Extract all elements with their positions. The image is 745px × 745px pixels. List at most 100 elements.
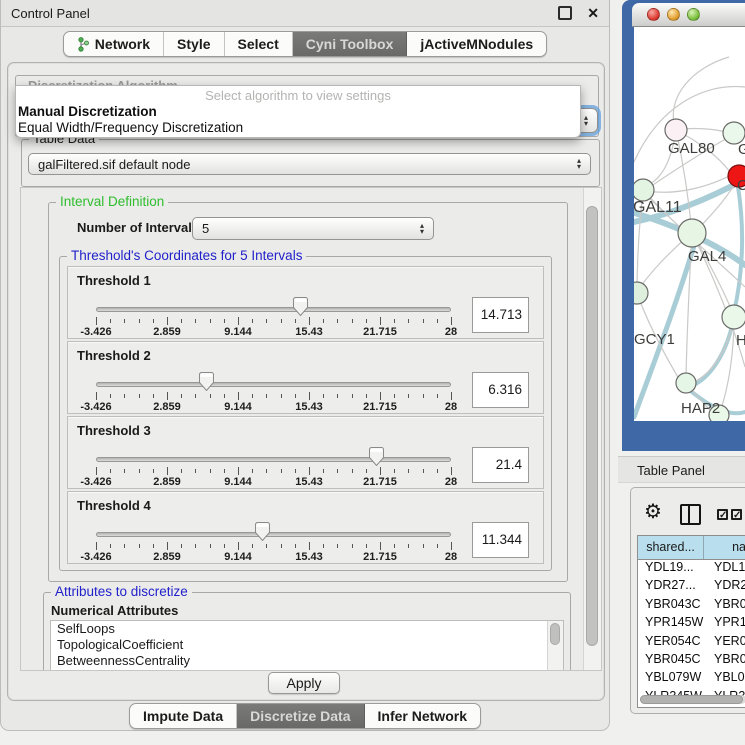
float-window-icon[interactable] <box>558 6 572 20</box>
slider-ticks <box>96 467 451 476</box>
gear-icon[interactable]: ⚙ <box>644 502 662 522</box>
slider-thumb[interactable] <box>199 372 214 391</box>
tab-network[interactable]: Network <box>64 32 164 56</box>
slider-tick <box>195 394 196 398</box>
tab-discretize-data[interactable]: Discretize Data <box>237 704 364 728</box>
slider-tick-label: 9.144 <box>224 551 252 563</box>
table-row[interactable]: YBR045CYBR0 <box>638 652 745 670</box>
threshold-value-field[interactable]: 11.344 <box>472 522 529 558</box>
table-cell[interactable]: YBL079W <box>638 670 709 688</box>
slider-track[interactable] <box>96 457 451 462</box>
slider-thumb[interactable] <box>255 522 270 541</box>
slider-track[interactable] <box>96 307 451 312</box>
table-cell[interactable]: YPR145W <box>638 615 709 633</box>
tab-jactivemnodules[interactable]: jActiveMNodules <box>407 32 546 56</box>
slider-tick <box>167 392 168 400</box>
slider-thumb[interactable] <box>369 447 384 466</box>
network-node-gcy1[interactable] <box>634 282 648 304</box>
network-canvas[interactable]: GAL80GACGAL11GAL4GCY1HHAP2 <box>634 27 745 421</box>
settings-scrollbar-thumb[interactable] <box>586 206 598 646</box>
table-cell[interactable]: YDL19... <box>638 560 709 578</box>
table-cell[interactable]: YER054C <box>638 634 709 652</box>
attribute-item-betweennesscentrality[interactable]: BetweennessCentrality <box>51 653 563 669</box>
tab-impute-data[interactable]: Impute Data <box>130 704 237 728</box>
table-cell[interactable]: YDL1 <box>709 560 745 578</box>
network-node-hap2[interactable] <box>676 373 696 393</box>
numerical-attributes-label: Numerical Attributes <box>51 603 178 618</box>
numerical-attributes-list[interactable]: SelfLoopsTopologicalCoefficientBetweenne… <box>50 620 564 671</box>
table-row[interactable]: YIL052CYIL0 <box>638 707 745 708</box>
table-row[interactable]: YDR27...YDR2 <box>638 578 745 596</box>
slider-tick <box>323 319 324 323</box>
tab-select[interactable]: Select <box>225 32 293 56</box>
table-row[interactable]: YER054CYER0 <box>638 634 745 652</box>
threshold-panel-1: Threshold 1 -3.4262.8599.14415.4321.7152… <box>67 266 544 339</box>
threshold-value-field[interactable]: 21.4 <box>472 447 529 483</box>
interval-definition-group: Interval Definition Number of Intervals … <box>48 202 568 582</box>
tab-label-cyni-toolbox: Cyni Toolbox <box>306 36 394 52</box>
slider-tick-labels: -3.4262.8599.14415.4321.71528 <box>96 551 451 564</box>
table-cell[interactable]: YIL0 <box>709 707 745 708</box>
table-cell[interactable]: YBR0 <box>709 597 745 615</box>
algorithm-option-manual-discretization[interactable]: Manual Discretization <box>16 104 580 120</box>
slider-track[interactable] <box>96 382 451 387</box>
table-cell[interactable]: YER0 <box>709 634 745 652</box>
slider-tick <box>380 542 381 550</box>
table-row[interactable]: YBR043CYBR0 <box>638 597 745 615</box>
table-cell[interactable]: YDR27... <box>638 578 709 596</box>
network-node-gal11[interactable] <box>634 179 654 201</box>
table-header-name[interactable]: na <box>704 536 745 559</box>
attributes-scrollbar[interactable] <box>547 621 563 671</box>
network-node-gal4[interactable] <box>678 219 706 247</box>
attribute-item-selfloops[interactable]: SelfLoops <box>51 621 563 637</box>
table-cell[interactable]: YBR045C <box>638 652 709 670</box>
checkbox-icon[interactable]: ✓ <box>731 509 742 520</box>
close-icon[interactable]: ✕ <box>587 8 599 18</box>
slider-tick <box>437 319 438 323</box>
tab-cyni-toolbox[interactable]: Cyni Toolbox <box>293 32 408 56</box>
slider-thumb[interactable] <box>293 297 308 316</box>
apply-button[interactable]: Apply <box>268 672 340 694</box>
network-node-gal80[interactable] <box>665 119 687 141</box>
slider-tick <box>238 542 239 550</box>
threshold-value-field[interactable]: 6.316 <box>472 372 529 408</box>
threshold-panel-4: Threshold 4 -3.4262.8599.14415.4321.7152… <box>67 491 544 564</box>
slider-tick <box>352 394 353 398</box>
attribute-item-topologicalcoefficient[interactable]: TopologicalCoefficient <box>51 637 563 653</box>
table-cell[interactable]: YIL052C <box>638 707 709 708</box>
algorithm-option-equal-width-frequency-discretization[interactable]: Equal Width/Frequency Discretization <box>16 120 580 136</box>
table-cell[interactable]: YDR2 <box>709 578 745 596</box>
table-row[interactable]: YBL079WYBL0 <box>638 670 745 688</box>
close-traffic-light-icon[interactable] <box>647 8 660 21</box>
table-horizontal-scrollbar[interactable] <box>640 695 745 704</box>
tab-infer-network[interactable]: Infer Network <box>365 704 480 728</box>
slider-tick <box>423 394 424 398</box>
slider-tick <box>423 544 424 548</box>
minimize-traffic-light-icon[interactable] <box>667 8 680 21</box>
table-row[interactable]: YDL19...YDL1 <box>638 560 745 578</box>
number-of-intervals-spinner[interactable]: 5 ▴▾ <box>192 217 434 240</box>
table-row[interactable]: YPR145WYPR1 <box>638 615 745 633</box>
zoom-traffic-light-icon[interactable] <box>687 8 700 21</box>
table-cell[interactable]: YBL0 <box>709 670 745 688</box>
network-node-h[interactable] <box>722 305 745 329</box>
table-scrollbar-thumb[interactable] <box>640 695 743 704</box>
spinner-arrows-icon[interactable]: ▴▾ <box>415 218 429 239</box>
network-window-titlebar[interactable] <box>632 3 745 27</box>
table-header-shared-name[interactable]: shared... <box>638 536 704 559</box>
settings-scrollbar[interactable] <box>583 188 601 670</box>
combo-arrows-icon[interactable]: ▴▾ <box>572 154 586 174</box>
table-cell[interactable]: YBR0 <box>709 652 745 670</box>
attributes-scrollbar-thumb[interactable] <box>550 623 560 645</box>
slider-tick <box>252 394 253 398</box>
table-data-combobox[interactable]: galFiltered.sif default node ▴▾ <box>28 153 591 175</box>
slider-tick <box>224 319 225 323</box>
slider-track[interactable] <box>96 532 451 537</box>
table-cell[interactable]: YBR043C <box>638 597 709 615</box>
table-cell[interactable]: YPR1 <box>709 615 745 633</box>
columns-icon[interactable] <box>680 504 701 525</box>
combo-arrows-icon[interactable]: ▴▾ <box>579 109 593 132</box>
threshold-value-field[interactable]: 14.713 <box>472 297 529 333</box>
tab-style[interactable]: Style <box>164 32 224 56</box>
checkbox-icon[interactable]: ✓ <box>717 509 728 520</box>
